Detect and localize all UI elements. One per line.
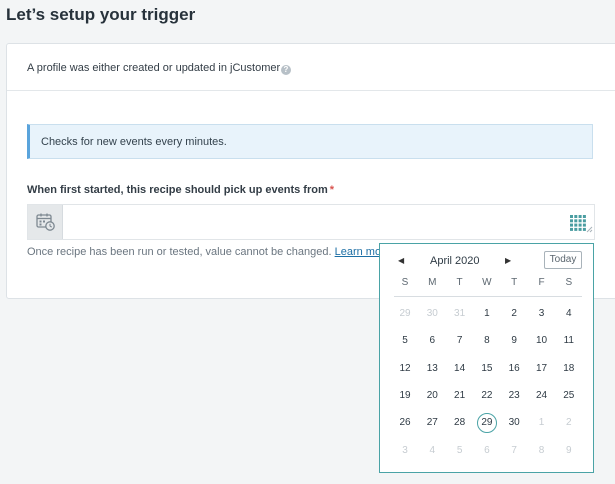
page-title: Let’s setup your trigger bbox=[6, 5, 196, 24]
prev-month-icon[interactable]: ◀ bbox=[398, 256, 404, 265]
calendar-day[interactable]: 3 bbox=[532, 304, 552, 324]
field-label-text: When first started, this recipe should p… bbox=[27, 184, 328, 196]
weekday-label: F bbox=[538, 277, 545, 288]
weekday-label: W bbox=[482, 277, 492, 288]
calendar-day[interactable]: 4 bbox=[422, 441, 442, 461]
calendar-day[interactable]: 7 bbox=[450, 331, 470, 351]
hint-text: Once recipe has been run or tested, valu… bbox=[27, 246, 332, 258]
calendar-day[interactable]: 7 bbox=[504, 441, 524, 461]
calendar-day[interactable]: 17 bbox=[532, 359, 552, 379]
date-input[interactable] bbox=[27, 204, 595, 240]
field-label: When first started, this recipe should p… bbox=[27, 184, 334, 196]
calendar-day[interactable]: 6 bbox=[477, 441, 497, 461]
calendar-header: ◀ April 2020 ▶ Today bbox=[380, 244, 593, 278]
calendar-day[interactable]: 11 bbox=[559, 331, 579, 351]
calendar-divider bbox=[394, 296, 582, 297]
calendar-day[interactable]: 6 bbox=[422, 331, 442, 351]
calendar-day[interactable]: 31 bbox=[450, 304, 470, 324]
calendar-day[interactable]: 30 bbox=[422, 304, 442, 324]
next-month-icon[interactable]: ▶ bbox=[505, 256, 511, 265]
calendar-day[interactable]: 9 bbox=[559, 441, 579, 461]
calendar-day[interactable]: 28 bbox=[450, 413, 470, 433]
calendar-day[interactable]: 12 bbox=[395, 359, 415, 379]
calendar-day[interactable]: 1 bbox=[477, 304, 497, 324]
calendar-day[interactable]: 3 bbox=[395, 441, 415, 461]
calendar-day-selected[interactable]: 29 bbox=[476, 413, 497, 434]
weekday-label: M bbox=[428, 277, 437, 288]
trigger-description: A profile was either created or updated … bbox=[27, 62, 281, 74]
help-icon[interactable]: ? bbox=[281, 65, 291, 75]
calendar-day[interactable]: 24 bbox=[532, 386, 552, 406]
calendar-day[interactable]: 16 bbox=[504, 359, 524, 379]
weekday-label: T bbox=[511, 277, 518, 288]
weekday-header: SMTWTFS bbox=[394, 277, 584, 293]
calendar-day[interactable]: 2 bbox=[559, 413, 579, 433]
calendar-day[interactable]: 13 bbox=[422, 359, 442, 379]
calendar-day[interactable]: 21 bbox=[450, 386, 470, 406]
calendar-day[interactable]: 18 bbox=[559, 359, 579, 379]
weekday-label: S bbox=[401, 277, 409, 288]
calendar-day[interactable]: 19 bbox=[395, 386, 415, 406]
weekday-label: S bbox=[565, 277, 573, 288]
calendar-day[interactable]: 9 bbox=[504, 331, 524, 351]
calendar-day[interactable]: 20 bbox=[422, 386, 442, 406]
calendar-day[interactable]: 8 bbox=[532, 441, 552, 461]
date-picker-popup: ◀ April 2020 ▶ Today SMTWTFS 29 30 31 1 2 3 4 5… bbox=[379, 243, 594, 473]
calendar-day[interactable]: 2 bbox=[504, 304, 524, 324]
calendar-day[interactable]: 5 bbox=[450, 441, 470, 461]
field-hint: Once recipe has been run or tested, valu… bbox=[27, 246, 391, 258]
month-label: April 2020 bbox=[430, 255, 480, 267]
calendar-day[interactable]: 29 bbox=[395, 304, 415, 324]
trigger-row: A profile was either created or updated … bbox=[7, 44, 615, 91]
calendar-day[interactable]: 23 bbox=[504, 386, 524, 406]
calendar-day[interactable]: 8 bbox=[477, 331, 497, 351]
date-addon bbox=[28, 205, 63, 239]
calendar-day[interactable]: 30 bbox=[504, 413, 524, 433]
required-mark: * bbox=[329, 184, 335, 196]
today-button[interactable]: Today bbox=[544, 251, 582, 269]
calendar-day[interactable]: 25 bbox=[559, 386, 579, 406]
calendar-day[interactable]: 22 bbox=[477, 386, 497, 406]
info-callout: Checks for new events every minutes. bbox=[27, 124, 593, 159]
calendar-days: 29 30 31 1 2 3 4 5 6 7 8 9 10 11 12 13 14 15 16 17 18 19 20 21 2… bbox=[394, 306, 584, 466]
calendar-day[interactable]: 27 bbox=[422, 413, 442, 433]
info-text: Checks for new events every minutes. bbox=[41, 136, 227, 148]
calendar-day[interactable]: 4 bbox=[559, 304, 579, 324]
calendar-day[interactable]: 10 bbox=[532, 331, 552, 351]
calendar-day[interactable]: 14 bbox=[450, 359, 470, 379]
weekday-label: T bbox=[456, 277, 463, 288]
calendar-day[interactable]: 26 bbox=[395, 413, 415, 433]
calendar-day[interactable]: 15 bbox=[477, 359, 497, 379]
resize-handle-icon[interactable] bbox=[586, 220, 593, 238]
calendar-day[interactable]: 1 bbox=[532, 413, 552, 433]
calendar-day[interactable]: 5 bbox=[395, 331, 415, 351]
grid-icon[interactable] bbox=[570, 215, 586, 236]
